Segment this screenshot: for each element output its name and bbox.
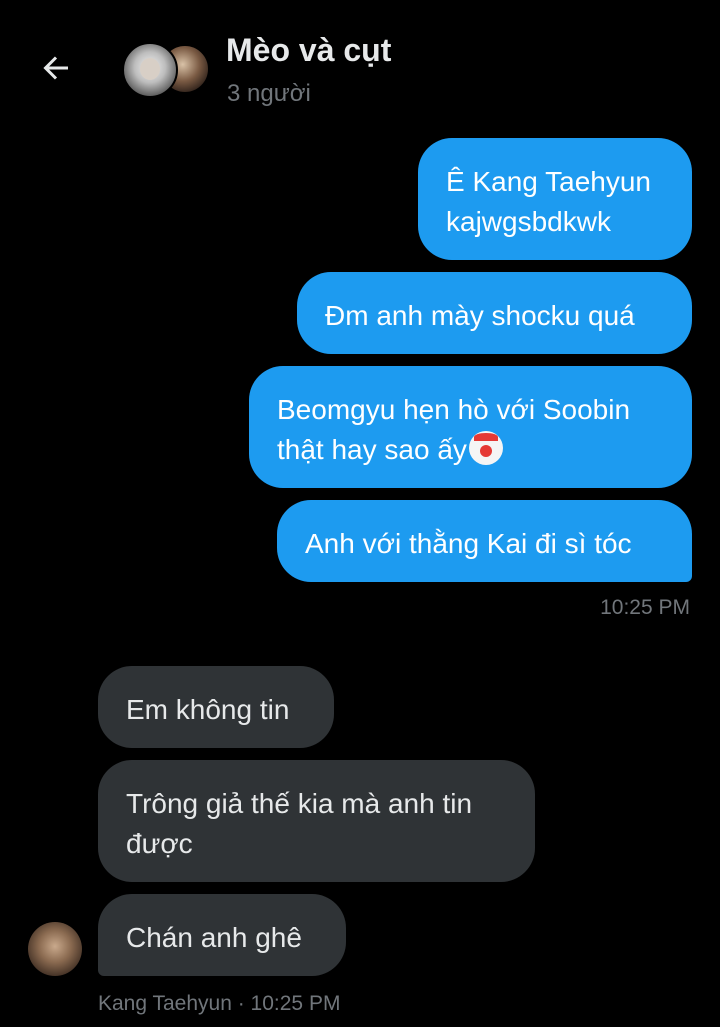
sender-meta: Kang Taehyun · 10:25 PM [98,992,341,1015]
outgoing-message[interactable]: Ê Kang Taehyun kajwgsbdkwk [418,138,692,260]
arrow-left-icon [43,56,68,80]
member-avatar [122,42,178,98]
outgoing-message[interactable]: Beomgyu hẹn hò với Soobin thật hay sao ấ… [249,366,692,488]
outgoing-message[interactable]: Đm anh mày shocku quá [297,272,692,354]
back-button[interactable] [36,48,76,88]
incoming-message[interactable]: Chán anh ghê [98,894,346,976]
group-avatar[interactable] [122,42,210,98]
outgoing-message[interactable]: Anh với thằng Kai đi sì tóc [277,500,692,582]
message-text: Beomgyu hẹn hò với Soobin thật hay sao ấ… [277,394,631,465]
sender-avatar[interactable] [28,922,82,976]
conversation-title[interactable]: Mèo và cụt [226,32,391,69]
incoming-message[interactable]: Trông giả thế kia mà anh tin được [98,760,535,882]
clown-face-emoji [468,431,503,465]
incoming-message[interactable]: Em không tin [98,666,334,748]
message-timestamp: 10:25 PM [600,596,690,619]
conversation-header: Mèo và cụt 3 người [0,0,720,130]
participant-count: 3 người [227,80,311,107]
